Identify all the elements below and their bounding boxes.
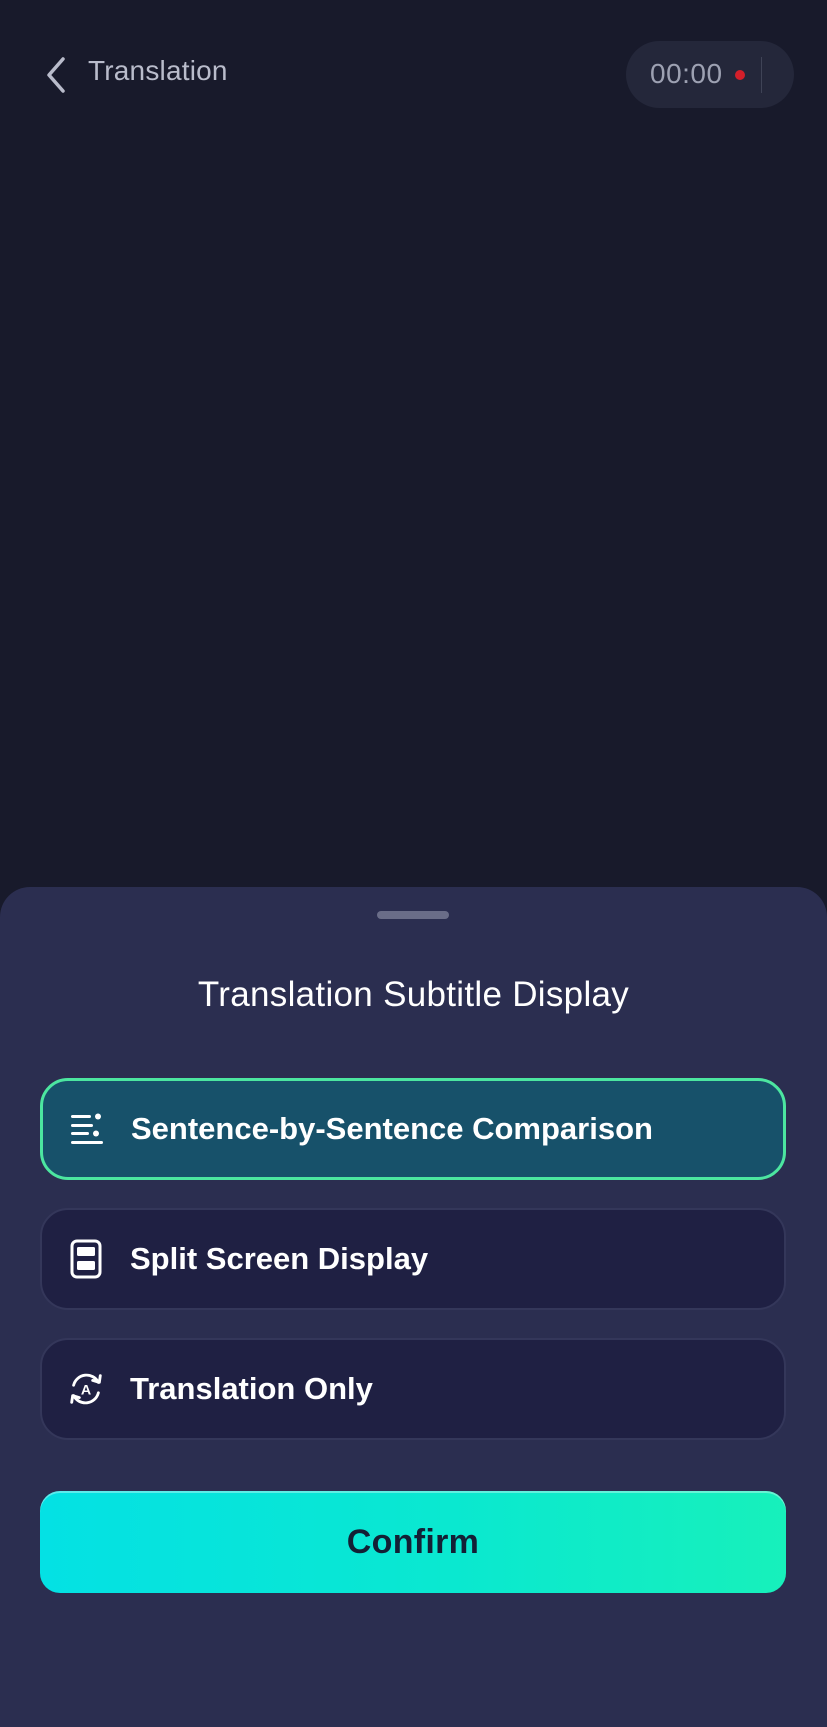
page-title: Translation (88, 55, 228, 86)
svg-text:A: A (81, 1383, 91, 1399)
timer-text: 00:00 (650, 58, 723, 89)
list-lines-icon (67, 1109, 107, 1149)
sheet-title: Translation Subtitle Display (197, 975, 630, 1014)
option-label: Translation Only (130, 1371, 373, 1406)
option-translation-only[interactable]: A Translation Only (40, 1338, 786, 1440)
timer-divider (761, 57, 762, 93)
option-sentence-by-sentence[interactable]: Sentence-by-Sentence Comparison (40, 1078, 786, 1180)
option-label: Split Screen Display (130, 1241, 429, 1276)
sheet-drag-handle[interactable] (377, 911, 449, 919)
option-split-screen[interactable]: Split Screen Display (40, 1208, 786, 1310)
back-button[interactable] (36, 50, 76, 100)
option-label: Sentence-by-Sentence Comparison (131, 1111, 653, 1146)
chevron-left-icon (47, 57, 65, 93)
subtitle-display-sheet: Translation Subtitle Display Sentence-by… (0, 887, 827, 1727)
translate-cycle-icon: A (66, 1369, 106, 1409)
confirm-label: Confirm (346, 1522, 480, 1561)
recording-timer[interactable]: 00:00 (626, 41, 794, 108)
confirm-button[interactable]: Confirm (40, 1491, 786, 1593)
split-screen-icon (66, 1239, 106, 1279)
recording-dot-icon (735, 70, 745, 80)
top-bar: Translation 00:00 (0, 0, 827, 150)
translation-screen: Translation 00:00 Translation Subtitle D… (0, 0, 827, 1727)
